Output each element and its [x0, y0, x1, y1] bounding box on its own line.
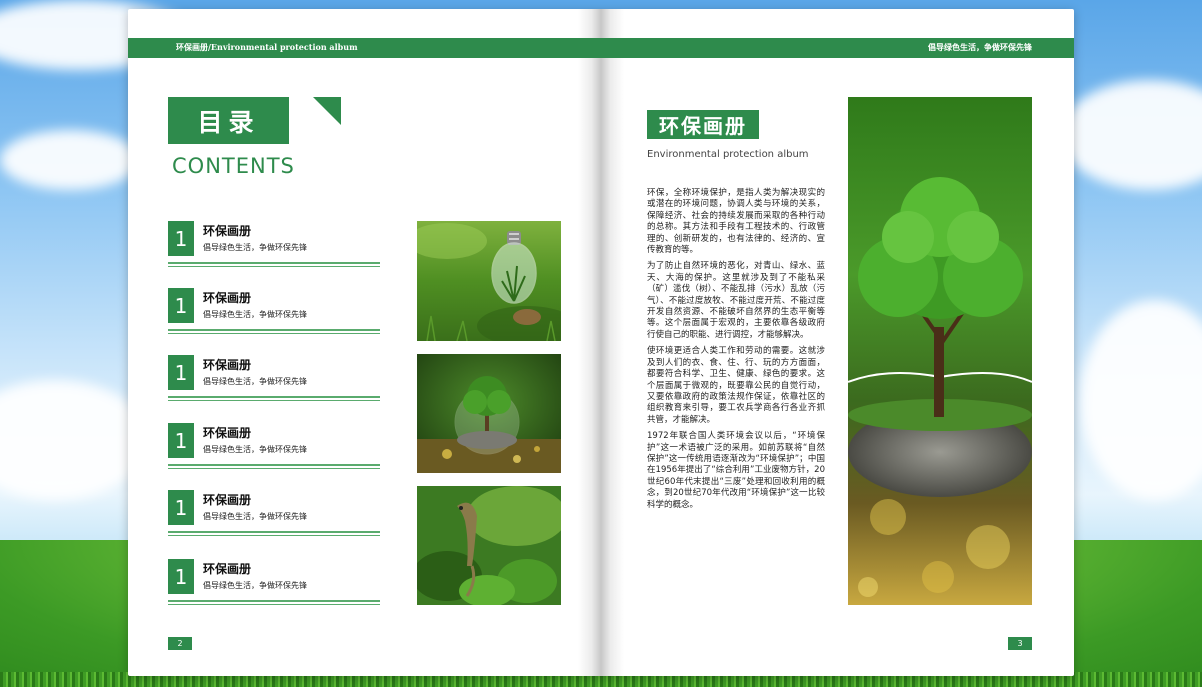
- divider: [168, 468, 380, 469]
- divider: [168, 464, 380, 466]
- tree-in-glass-sphere-photo: [417, 354, 561, 473]
- album-title: 环保画册: [647, 110, 759, 139]
- toc-item[interactable]: 1 环保画册 倡导绿色生活，争做环保先锋: [168, 288, 380, 338]
- book-spine: [578, 9, 624, 676]
- lightbulb-plant-photo: [417, 221, 561, 341]
- toc-item-title: 环保画册: [203, 493, 252, 507]
- toc-item[interactable]: 1 环保画册 倡导绿色生活，争做环保先锋: [168, 490, 380, 540]
- body-paragraph: 使环境更适合人类工作和劳动的需要。这就涉及到人们的衣、食、住、行、玩的方方面面，…: [647, 346, 825, 425]
- divider: [168, 396, 380, 398]
- toc-item-number: 1: [168, 221, 194, 256]
- toc-item-number: 1: [168, 423, 194, 458]
- divider: [168, 329, 380, 331]
- album-subtitle: Environmental protection album: [647, 149, 809, 160]
- toc-item-title: 环保画册: [203, 358, 252, 372]
- toc-item[interactable]: 1 环保画册 倡导绿色生活，争做环保先锋: [168, 355, 380, 405]
- divider: [168, 600, 380, 602]
- body-paragraph: 环保，全称环境保护，是指人类为解决现实的或潜在的环境问题，协调人类与环境的关系，…: [647, 188, 825, 256]
- toc-item-subtitle: 倡导绿色生活，争做环保先锋: [203, 377, 307, 386]
- header-right-text: 倡导绿色生活，争做环保先锋: [928, 42, 1032, 52]
- toc-item-number: 1: [168, 355, 194, 390]
- toc-item-subtitle: 倡导绿色生活，争做环保先锋: [203, 512, 307, 521]
- divider: [168, 531, 380, 533]
- toc-item-title: 环保画册: [203, 562, 252, 576]
- cloud: [0, 130, 140, 190]
- toc-item-title: 环保画册: [203, 426, 252, 440]
- tree-on-earth-photo: [848, 97, 1032, 605]
- open-album-book: 环保画册/Environmental protection album 倡导绿色…: [128, 9, 1074, 676]
- divider: [168, 535, 380, 536]
- toc-item-title: 环保画册: [203, 224, 252, 238]
- header-left-text: 环保画册/Environmental protection album: [176, 42, 358, 52]
- toc-item-number: 1: [168, 490, 194, 525]
- toc-item[interactable]: 1 环保画册 倡导绿色生活，争做环保先锋: [168, 221, 380, 271]
- toc-title: 目录: [168, 97, 289, 144]
- body-paragraph: 为了防止自然环境的恶化，对青山、绿水、蓝天、大海的保护。这里就涉及到了不能私采（…: [647, 261, 825, 340]
- toc-item-subtitle: 倡导绿色生活，争做环保先锋: [203, 310, 307, 319]
- divider: [168, 333, 380, 334]
- toc-item-subtitle: 倡导绿色生活，争做环保先锋: [203, 243, 307, 252]
- toc-item-subtitle: 倡导绿色生活，争做环保先锋: [203, 581, 307, 590]
- divider: [168, 604, 380, 605]
- toc-item-number: 1: [168, 559, 194, 594]
- divider: [168, 400, 380, 401]
- contents-label: CONTENTS: [172, 154, 295, 178]
- page-number-left: 2: [168, 637, 192, 650]
- lizard-on-leaves-photo: [417, 486, 561, 605]
- corner-triangle: [313, 97, 341, 125]
- toc-item-subtitle: 倡导绿色生活，争做环保先锋: [203, 445, 307, 454]
- body-text: 环保，全称环境保护，是指人类为解决现实的或潜在的环境问题，协调人类与环境的关系，…: [647, 188, 825, 516]
- divider: [168, 266, 380, 267]
- toc-item-title: 环保画册: [203, 291, 252, 305]
- toc-item-number: 1: [168, 288, 194, 323]
- toc-item[interactable]: 1 环保画册 倡导绿色生活，争做环保先锋: [168, 423, 380, 473]
- divider: [168, 262, 380, 264]
- page-number-right: 3: [1008, 637, 1032, 650]
- body-paragraph: 1972年联合国人类环境会议以后，“环境保护”这一术语被广泛的采用。如前苏联将“…: [647, 431, 825, 510]
- toc-item[interactable]: 1 环保画册 倡导绿色生活，争做环保先锋: [168, 559, 380, 609]
